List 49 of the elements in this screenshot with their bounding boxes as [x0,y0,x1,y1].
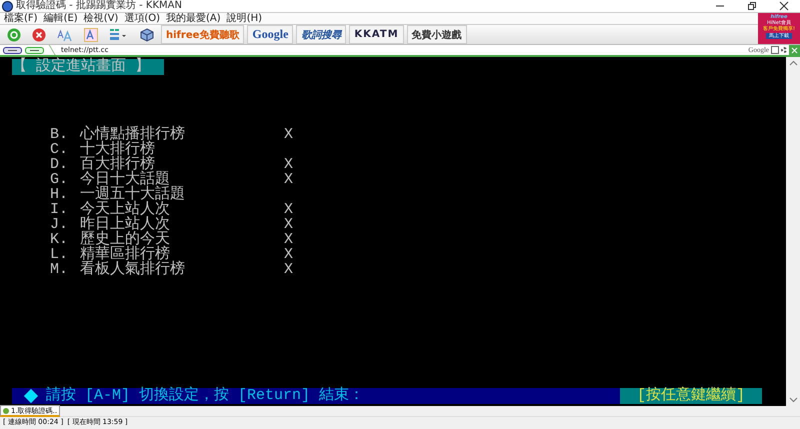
scroll-up-icon[interactable] [788,60,798,66]
enabled-mark: X [284,232,294,247]
option-key: J. [50,217,80,232]
scroll-down-icon[interactable] [788,397,798,403]
continue-hint: [按任意鍵繼續] [620,388,762,404]
menu-item[interactable]: 編輯(E) [44,13,78,24]
option-key: I. [50,202,80,217]
option-label: 今天上站人次 [80,202,171,217]
toolbar-link[interactable]: hifree免費聽歌 [161,25,244,44]
toolbar-link[interactable]: 免費小遊戲 [406,25,467,44]
option-label: 一週五十大話題 [80,187,186,202]
option-label: 昨日上站人次 [80,217,171,232]
option-label: 精華區排行榜 [80,247,170,262]
menu-item[interactable]: 檢視(V) [84,13,118,24]
scrollbar[interactable] [786,57,800,406]
menu-item[interactable]: 選項(O) [124,13,160,24]
toolbar-link[interactable]: 歌詞搜尋 [296,25,346,44]
app-icon [2,0,13,12]
enabled-mark: X [284,127,294,142]
forward-button[interactable] [25,46,44,54]
option-label: 歷史上的今天 [80,232,171,247]
enabled-mark: X [284,217,294,232]
option-label: 今日十大話題 [80,172,170,187]
menu-item[interactable]: 檔案(F) [4,13,38,24]
option-key: M. [50,262,80,277]
enabled-mark: X [284,262,294,277]
option-key: D. [50,157,80,172]
option-key: G. [50,172,80,187]
option-label: 十大排行榜 [80,142,156,157]
enabled-mark: X [284,202,294,217]
page-icon[interactable] [771,46,779,54]
menu-item[interactable]: 我的最愛(A) [166,13,221,24]
option-key: C. [50,142,80,157]
option-key: K. [50,232,80,247]
toolbar-link[interactable]: KKATM [349,25,404,44]
option-key: H. [50,187,80,202]
back-button[interactable] [3,46,22,54]
option-label: 百大排行榜 [80,157,156,172]
screen-header: 【 設定進站畫面 】 [12,59,164,75]
enabled-mark: X [284,172,294,187]
menu-item[interactable]: 說明(H) [226,13,262,24]
option-label: 看板人氣排行榜 [80,262,186,277]
enabled-mark: X [284,157,294,172]
option-key: L. [50,247,80,262]
enabled-mark: X [284,247,294,262]
option-key: B. [50,127,80,142]
prompt-text: 請按 [A-M] 切換設定，按 [Return] 結束： [46,388,364,404]
option-label: 心情點播排行榜 [80,127,186,142]
toolbar-link[interactable]: Google [247,25,294,44]
